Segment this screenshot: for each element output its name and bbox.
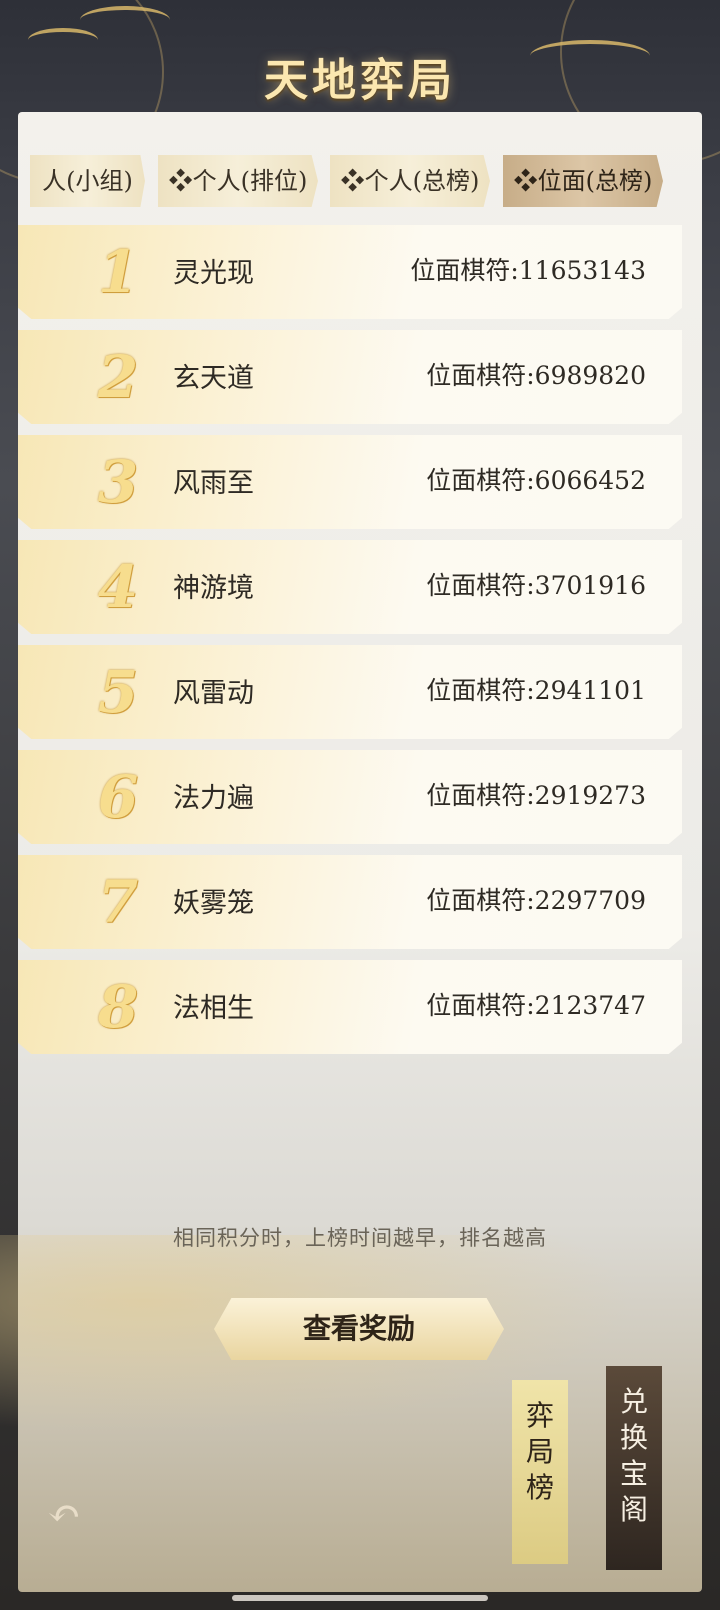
ranking-row[interactable]: 6 法力遍 位面棋符:2919273: [18, 750, 682, 844]
rank-number: 3: [97, 448, 139, 516]
ranking-row[interactable]: 7 妖雾笼 位面棋符:2297709: [18, 855, 682, 949]
tab-label: ❖位面(总榜): [513, 167, 653, 195]
plane-score: 位面棋符:3701916: [426, 571, 646, 600]
plane-name: 神游境: [173, 573, 254, 604]
ranking-tag-label: 弈局榜: [525, 1399, 554, 1504]
tab-individual-ranked[interactable]: ❖个人(排位): [158, 155, 318, 207]
plane-name: 风雨至: [173, 468, 254, 499]
plane-score: 位面棋符:6066452: [426, 466, 646, 495]
plane-score: 位面棋符:2919273: [426, 781, 646, 810]
ranking-row[interactable]: 8 法相生 位面棋符:2123747: [18, 960, 682, 1054]
undo-icon[interactable]: ↶: [40, 1492, 88, 1536]
tab-label: 人(小组): [42, 167, 133, 195]
rank-number: 4: [97, 553, 139, 621]
rank-number: 2: [97, 343, 139, 411]
rank-number: 5: [97, 658, 139, 726]
tab-bar: 人(小组) ❖个人(排位) ❖个人(总榜) ❖位面(总榜): [30, 155, 720, 207]
ranking-row[interactable]: 4 神游境 位面棋符:3701916: [18, 540, 682, 634]
rank-number: 1: [97, 238, 139, 306]
plane-name: 灵光现: [173, 258, 254, 289]
plane-score: 位面棋符:6989820: [426, 361, 646, 390]
exchange-shop-label: 兑换宝阁: [619, 1385, 648, 1526]
rank-number: 8: [97, 973, 139, 1041]
plane-score: 位面棋符:2297709: [426, 886, 646, 915]
tab-label: ❖个人(总榜): [340, 167, 480, 195]
exchange-shop-button[interactable]: 兑换宝阁: [606, 1366, 662, 1570]
tab-plane-total[interactable]: ❖位面(总榜): [503, 155, 663, 207]
plane-name: 妖雾笼: [173, 888, 254, 919]
plane-name: 玄天道: [173, 363, 254, 394]
rank-number: 6: [97, 763, 139, 831]
ranking-rule-note: 相同积分时，上榜时间越早，排名越高: [173, 1226, 547, 1250]
tab-label: ❖个人(排位): [168, 167, 308, 195]
plane-score: 位面棋符:2941101: [426, 676, 646, 705]
page-title: 天地弈局: [264, 55, 456, 106]
plane-name: 法力遍: [173, 783, 254, 814]
home-indicator[interactable]: [232, 1595, 488, 1601]
ranking-row[interactable]: 5 风雷动 位面棋符:2941101: [18, 645, 682, 739]
ranking-row[interactable]: 2 玄天道 位面棋符:6989820: [18, 330, 682, 424]
ranking-tag-button[interactable]: 弈局榜: [512, 1380, 568, 1564]
tab-individual-total[interactable]: ❖个人(总榜): [330, 155, 490, 207]
rank-number: 7: [97, 868, 139, 936]
ranking-row[interactable]: 3 风雨至 位面棋符:6066452: [18, 435, 682, 529]
ranking-row[interactable]: 1 灵光现 位面棋符:11653143: [18, 225, 682, 319]
plane-score: 位面棋符:11653143: [410, 256, 646, 285]
tab-individual-group[interactable]: 人(小组): [30, 155, 145, 207]
plane-score: 位面棋符:2123747: [426, 991, 646, 1020]
plane-name: 风雷动: [173, 678, 254, 709]
view-rewards-button[interactable]: 查看奖励: [214, 1298, 504, 1360]
plane-name: 法相生: [173, 993, 254, 1024]
